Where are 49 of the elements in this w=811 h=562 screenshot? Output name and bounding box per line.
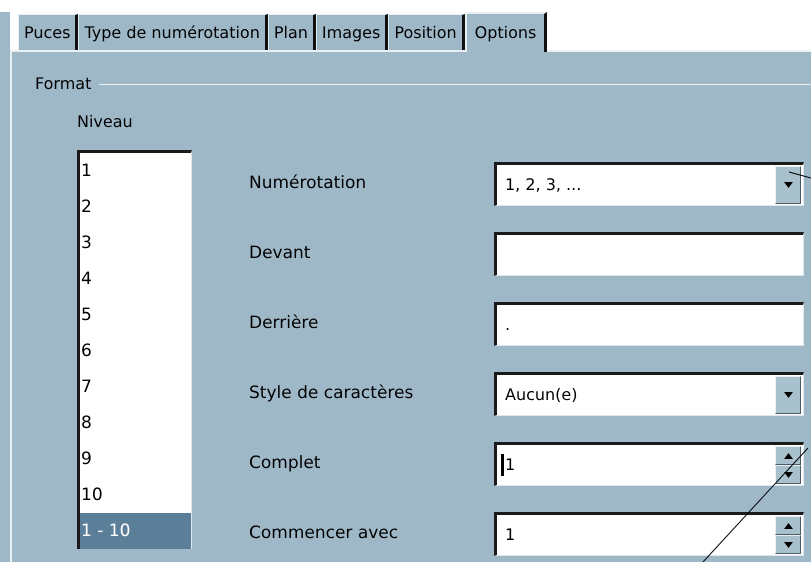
tab[interactable]: Type de numérotation	[78, 14, 268, 50]
up-arrow-icon	[784, 522, 792, 528]
leader-line	[788, 172, 811, 178]
spin-field[interactable]: 1	[494, 442, 804, 486]
tab[interactable]: Puces	[18, 14, 78, 50]
level-item[interactable]: 9	[80, 441, 191, 477]
dropdown-button[interactable]	[775, 376, 801, 414]
down-arrow-icon	[784, 182, 792, 188]
dropdown-field[interactable]: 1, 2, 3, ...	[494, 162, 804, 206]
level-item[interactable]: 10	[80, 477, 191, 513]
field-label: Complet	[249, 452, 322, 476]
tab[interactable]: Images	[316, 14, 388, 50]
field-value: .	[505, 314, 510, 336]
spin-up-button[interactable]	[775, 446, 801, 465]
down-arrow-icon	[784, 542, 792, 548]
field-value: 1	[505, 524, 516, 546]
level-label: Niveau	[77, 111, 134, 133]
field-label: Derrière	[249, 312, 320, 336]
spin-field[interactable]: 1	[494, 512, 804, 556]
field-label: Style de caractères	[249, 382, 414, 406]
field-label: Commencer avec	[249, 522, 400, 546]
level-item[interactable]: 2	[80, 189, 191, 225]
group-title: Format	[35, 73, 92, 95]
field-value: 1	[505, 454, 516, 476]
spin-down-button[interactable]	[775, 535, 801, 554]
tab[interactable]: Plan	[268, 14, 316, 50]
level-item[interactable]: 1	[80, 153, 191, 189]
input-field[interactable]: .	[494, 302, 804, 346]
level-item[interactable]: 6	[80, 333, 191, 369]
dropdown-field[interactable]: Aucun(e)	[494, 372, 804, 416]
field-value: Aucun(e)	[505, 384, 578, 406]
level-item[interactable]: 7	[80, 369, 191, 405]
level-item[interactable]: 1 - 10	[80, 513, 191, 549]
down-arrow-icon	[784, 472, 792, 478]
field-label: Numérotation	[249, 172, 368, 196]
level-item[interactable]: 4	[80, 261, 191, 297]
down-arrow-icon	[784, 392, 792, 398]
spin-up-button[interactable]	[775, 516, 801, 535]
field-value: 1, 2, 3, ...	[505, 174, 582, 196]
tab[interactable]: Position	[388, 14, 465, 50]
up-arrow-icon	[784, 452, 792, 458]
dropdown-button[interactable]	[775, 166, 801, 204]
input-field[interactable]	[494, 232, 804, 276]
field-label: Devant	[249, 242, 312, 266]
tab[interactable]: Options	[464, 12, 548, 52]
level-item[interactable]: 5	[80, 297, 191, 333]
spin-down-button[interactable]	[775, 465, 801, 484]
level-item[interactable]: 8	[80, 405, 191, 441]
level-item[interactable]: 3	[80, 225, 191, 261]
